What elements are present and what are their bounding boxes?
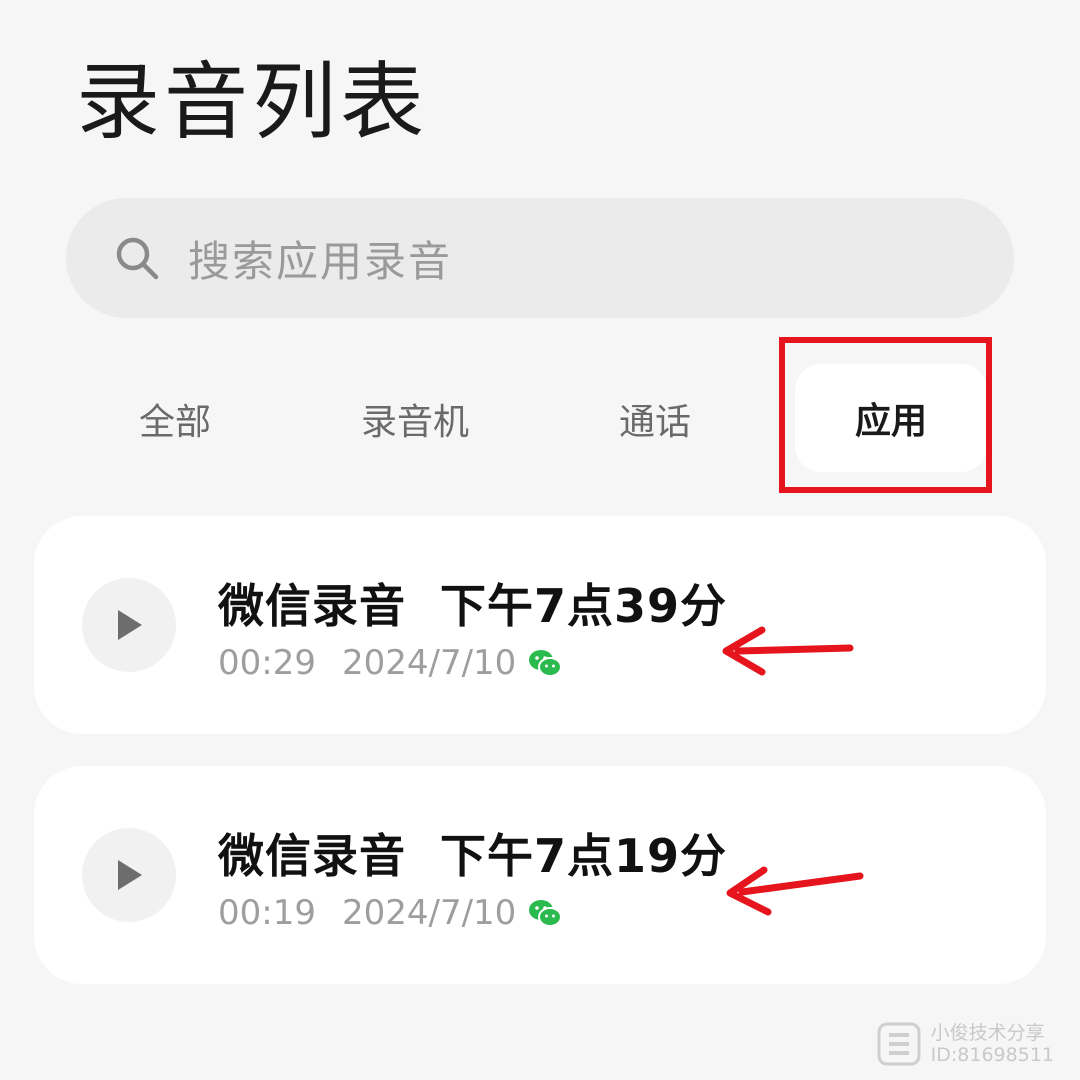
play-icon	[118, 610, 142, 640]
recording-title: 微信录音 下午7点39分	[218, 579, 728, 633]
play-button[interactable]	[82, 578, 176, 672]
search-icon	[116, 237, 159, 280]
recording-meta: 00:19 2024/7/10	[218, 888, 563, 938]
wechat-icon	[529, 650, 563, 677]
tab-recorder[interactable]: 录音机	[315, 360, 515, 478]
recording-title: 微信录音 下午7点19分	[218, 829, 728, 883]
tab-all[interactable]: 全部	[80, 360, 270, 478]
play-icon	[118, 860, 142, 890]
watermark-id: ID:81698511	[930, 1044, 1054, 1066]
wechat-icon	[529, 900, 563, 927]
watermark: 小俊技术分享 ID:81698511	[877, 1022, 1054, 1066]
page-title: 录音列表	[76, 53, 429, 151]
recording-list-item[interactable]: 微信录音 下午7点39分 00:29 2024/7/10	[34, 516, 1046, 734]
red-arrow-icon	[726, 866, 864, 916]
highlight-annotation	[779, 337, 992, 493]
recording-duration: 00:29	[218, 643, 316, 683]
recording-duration: 00:19	[218, 893, 316, 933]
recording-list-item[interactable]: 微信录音 下午7点19分 00:19 2024/7/10	[34, 766, 1046, 984]
watermark-logo-icon	[877, 1022, 921, 1066]
play-button[interactable]	[82, 828, 176, 922]
recording-date: 2024/7/10	[341, 643, 517, 683]
tab-calls[interactable]: 通话	[560, 360, 750, 478]
watermark-author: 小俊技术分享	[930, 1022, 1045, 1044]
recording-meta: 00:29 2024/7/10	[218, 638, 563, 688]
search-placeholder: 搜索应用录音	[188, 236, 453, 286]
red-arrow-icon	[722, 626, 854, 676]
recording-date: 2024/7/10	[341, 893, 517, 933]
search-input[interactable]: 搜索应用录音	[66, 198, 1014, 318]
